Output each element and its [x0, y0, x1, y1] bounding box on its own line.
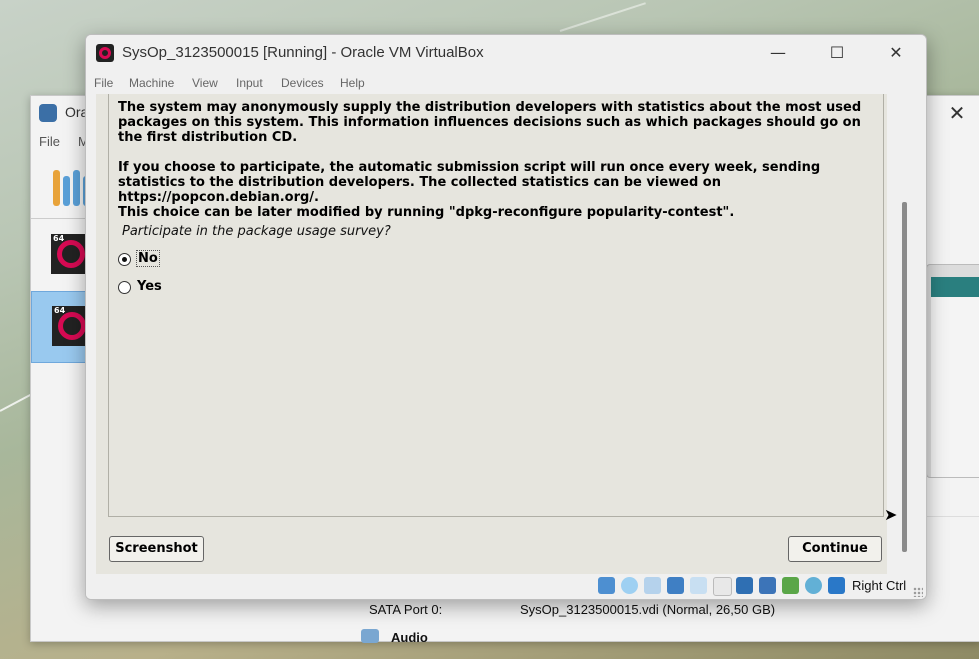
- option-yes-label: Yes: [137, 279, 162, 294]
- usb-icon[interactable]: [690, 577, 707, 594]
- recording-icon[interactable]: [759, 577, 776, 594]
- vm-window-title: SysOp_3123500015 [Running] - Oracle VM V…: [122, 44, 484, 61]
- menu-help[interactable]: Help: [340, 76, 365, 90]
- close-button[interactable]: ✕: [876, 39, 916, 67]
- vm-window: SysOp_3123500015 [Running] - Oracle VM V…: [85, 34, 927, 600]
- network-icon[interactable]: [667, 577, 684, 594]
- maximize-button[interactable]: ☐: [817, 39, 857, 67]
- audio-section-label: Audio: [391, 630, 428, 645]
- vm-statusbar: Right Ctrl: [86, 574, 926, 599]
- debian-icon: [96, 44, 114, 62]
- optical-drive-icon[interactable]: [621, 577, 638, 594]
- vm-preview-thumbnail: [926, 264, 979, 478]
- host-key-label: Right Ctrl: [852, 578, 907, 593]
- shared-folders-icon[interactable]: [713, 577, 732, 596]
- keyboard-capture-icon[interactable]: [828, 577, 845, 594]
- storage-sata-label: SATA Port 0:: [369, 602, 443, 617]
- popcon-submission-text: If you choose to participate, the automa…: [118, 160, 821, 205]
- vm-titlebar: SysOp_3123500015 [Running] - Oracle VM V…: [86, 35, 926, 71]
- display-icon[interactable]: [736, 577, 753, 594]
- menu-devices[interactable]: Devices: [281, 76, 324, 90]
- mouse-pointer-icon: ➤: [884, 505, 898, 524]
- installer-content-panel: The system may anonymously supply the di…: [108, 94, 884, 517]
- resize-grip-icon[interactable]: [913, 587, 923, 597]
- virtualbox-logo-icon: [39, 104, 57, 122]
- mouse-integration-icon[interactable]: [805, 577, 822, 594]
- storage-sata-value: SysOp_3123500015.vdi (Normal, 26,50 GB): [520, 602, 776, 617]
- popcon-reconfigure-text: This choice can be later modified by run…: [118, 205, 735, 220]
- vm-menubar: File Machine View Input Devices Help: [86, 74, 926, 94]
- manager-close-button[interactable]: ✕: [944, 100, 970, 126]
- menu-input[interactable]: Input: [236, 76, 263, 90]
- manager-menu-file[interactable]: File: [39, 134, 60, 149]
- wallpaper-light-streak: [559, 2, 646, 32]
- manager-menubar: File M: [39, 134, 89, 149]
- popcon-description-text: The system may anonymously supply the di…: [118, 100, 862, 145]
- survey-question: Participate in the package usage survey?: [122, 224, 391, 239]
- screenshot-button[interactable]: Screenshot: [109, 536, 204, 562]
- menu-file[interactable]: File: [94, 76, 113, 90]
- hard-disk-icon[interactable]: [598, 577, 615, 594]
- radio-no[interactable]: [118, 253, 131, 266]
- continue-button[interactable]: Continue: [788, 536, 882, 562]
- audio-section-icon: [361, 629, 379, 643]
- minimize-button[interactable]: —: [758, 39, 798, 67]
- guest-display[interactable]: The system may anonymously supply the di…: [96, 94, 887, 574]
- cpu-icon[interactable]: [782, 577, 799, 594]
- menu-machine[interactable]: Machine: [129, 76, 174, 90]
- vm-scrollbar[interactable]: [902, 202, 907, 552]
- radio-yes[interactable]: [118, 281, 131, 294]
- option-no-label: No: [136, 250, 160, 267]
- audio-icon[interactable]: [644, 577, 661, 594]
- menu-view[interactable]: View: [192, 76, 218, 90]
